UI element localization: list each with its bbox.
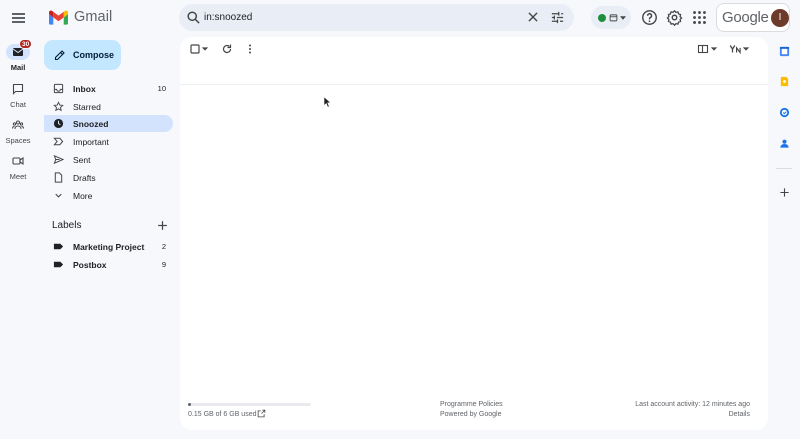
main-menu-button[interactable] xyxy=(10,9,28,27)
rail-spaces-pill xyxy=(6,117,30,133)
programme-policies-link[interactable]: Programme Policies xyxy=(440,401,503,408)
select-checkbox-icon[interactable] xyxy=(189,43,201,55)
send-icon xyxy=(53,154,64,165)
calendar-app-icon[interactable] xyxy=(779,46,790,57)
sidebar-label-sent: Sent xyxy=(73,155,91,165)
important-icon xyxy=(53,137,64,146)
unread-badge: 30 xyxy=(19,39,33,49)
gmail-logo[interactable]: Gmail xyxy=(49,9,112,25)
sidebar-label-important: Important xyxy=(73,137,109,147)
storage-meter-fill xyxy=(188,403,192,406)
search-bar[interactable] xyxy=(179,4,574,31)
label-count-marketing-project: 2 xyxy=(161,242,166,251)
right-rail-divider xyxy=(776,168,792,169)
sidebar-item-snoozed[interactable]: Snoozed xyxy=(44,115,173,132)
labels-heading: Labels xyxy=(52,220,82,231)
storage-meter xyxy=(188,403,311,406)
status-chip[interactable] xyxy=(591,6,631,29)
spaces-icon xyxy=(12,120,24,130)
calendar-icon xyxy=(609,14,618,22)
rail-mail-pill: 30 xyxy=(6,39,33,60)
mouse-cursor-icon xyxy=(323,96,331,108)
sidebar-item-drafts[interactable]: Drafts xyxy=(44,169,173,186)
rail-item-mail[interactable]: 30 Mail xyxy=(0,39,36,72)
help-icon[interactable] xyxy=(641,9,658,26)
app-name: Gmail xyxy=(74,9,113,25)
account-switcher[interactable]: Google I xyxy=(716,3,790,32)
add-label-icon[interactable] xyxy=(156,219,169,232)
add-icon[interactable] xyxy=(779,187,790,198)
sidebar-item-postbox[interactable]: Postbox 9 xyxy=(44,256,173,273)
pencil-icon xyxy=(54,50,65,61)
keep-app-icon[interactable] xyxy=(779,76,790,87)
inbox-icon xyxy=(53,83,64,94)
sidebar-item-sent[interactable]: Sent xyxy=(44,151,173,168)
sidebar-item-inbox[interactable]: Inbox 10 xyxy=(44,80,173,97)
details-link[interactable]: Details xyxy=(729,411,750,418)
compose-button[interactable]: Compose xyxy=(44,40,121,70)
apps-grid-icon[interactable] xyxy=(691,9,708,26)
sidebar-label-more: More xyxy=(73,191,93,201)
search-icon[interactable] xyxy=(186,10,201,25)
chevron-down-icon xyxy=(620,16,626,20)
gmail-m-icon xyxy=(49,9,68,25)
clock-icon xyxy=(53,118,64,129)
contacts-app-icon[interactable] xyxy=(779,138,790,149)
rail-chat-pill xyxy=(6,81,30,97)
compose-label: Compose xyxy=(73,50,115,60)
label-name-postbox: Postbox xyxy=(73,260,107,270)
star-icon xyxy=(53,101,64,112)
gear-icon[interactable] xyxy=(666,9,683,26)
rail-meet-pill xyxy=(6,153,30,169)
sidebar-item-important[interactable]: Important xyxy=(44,133,173,150)
rail-item-spaces[interactable]: Spaces xyxy=(0,117,36,145)
chevron-down-icon[interactable] xyxy=(201,43,209,55)
rail-item-chat[interactable]: Chat xyxy=(0,81,36,109)
rail-label-chat: Chat xyxy=(10,100,26,109)
rail-label-mail: Mail xyxy=(10,63,26,72)
chevron-down-icon[interactable] xyxy=(742,43,750,55)
message-list-panel: 0.15 GB of 6 GB used Programme Policies … xyxy=(180,37,768,430)
powered-by-google: Powered by Google xyxy=(440,411,502,418)
rail-label-meet: Meet xyxy=(9,172,27,181)
split-pane-icon[interactable] xyxy=(697,43,709,55)
label-count-postbox: 9 xyxy=(161,260,166,269)
search-input[interactable] xyxy=(204,8,504,27)
toolbar-divider xyxy=(180,84,768,85)
refresh-icon[interactable] xyxy=(221,43,233,55)
sidebar-item-more[interactable]: More xyxy=(44,187,173,204)
input-tools-icon[interactable] xyxy=(729,43,743,55)
status-dot xyxy=(598,14,606,22)
avatar[interactable]: I xyxy=(771,9,789,27)
rail-label-spaces: Spaces xyxy=(5,136,31,145)
sidebar-item-marketing-project[interactable]: Marketing Project 2 xyxy=(44,238,173,255)
chevron-down-icon[interactable] xyxy=(710,43,718,55)
tasks-app-icon[interactable] xyxy=(779,107,790,118)
rail-item-meet[interactable]: Meet xyxy=(0,153,36,181)
more-vert-icon[interactable] xyxy=(244,43,256,55)
open-external-icon[interactable] xyxy=(257,409,266,418)
chevron-down-icon xyxy=(55,193,62,198)
label-name-marketing-project: Marketing Project xyxy=(73,242,145,252)
label-icon xyxy=(53,243,64,250)
last-activity-text: Last account activity: 12 minutes ago xyxy=(635,401,750,408)
storage-text: 0.15 GB of 6 GB used xyxy=(188,411,257,418)
sidebar-label-inbox: Inbox xyxy=(73,84,96,94)
tune-icon[interactable] xyxy=(550,10,565,25)
google-wordmark: Google xyxy=(722,9,769,26)
sidebar-label-starred: Starred xyxy=(73,102,101,112)
label-icon xyxy=(53,261,64,268)
sidebar-item-starred[interactable]: Starred xyxy=(44,98,173,115)
sidebar-label-drafts: Drafts xyxy=(73,173,96,183)
chat-icon xyxy=(12,83,24,95)
sidebar-label-snoozed: Snoozed xyxy=(73,119,109,129)
inbox-count: 10 xyxy=(157,84,166,93)
video-icon xyxy=(12,156,24,166)
draft-icon xyxy=(54,172,63,183)
clear-icon[interactable] xyxy=(526,10,540,24)
top-header: Gmail Google I xyxy=(0,0,800,36)
